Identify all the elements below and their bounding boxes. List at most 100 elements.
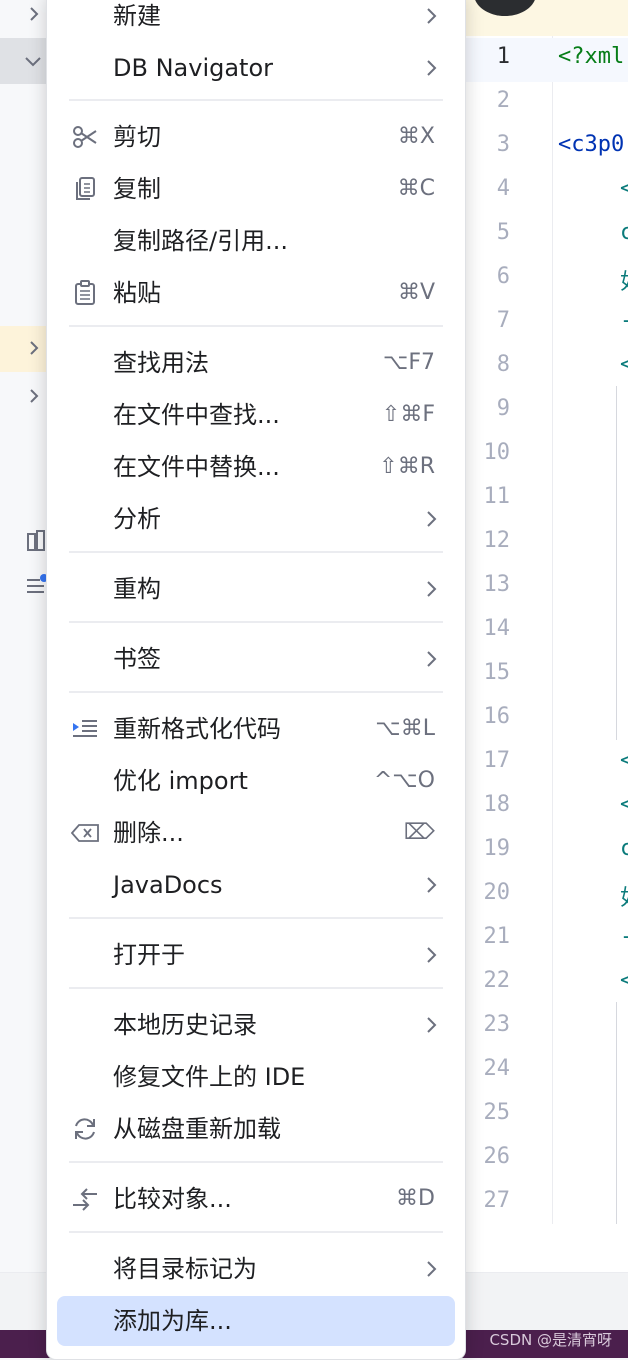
menu-item[interactable]: 新建 — [57, 0, 455, 41]
line-number[interactable]: 18 — [466, 792, 511, 817]
line-number[interactable]: 15 — [466, 660, 511, 685]
code-line-19[interactable]: c — [620, 836, 628, 861]
menu-item[interactable]: 复制 ⌘C — [57, 164, 455, 214]
menu-separator — [69, 691, 443, 693]
line-number[interactable]: 27 — [466, 1188, 511, 1213]
menu-item[interactable]: JavaDocs — [57, 860, 455, 910]
menu-item[interactable]: 重新格式化代码 ⌥⌘L — [57, 704, 455, 754]
menu-item[interactable]: 比较对象... ⌘D — [57, 1174, 455, 1224]
compare-icon — [73, 1188, 97, 1211]
line-number[interactable]: 9 — [466, 396, 510, 421]
menu-item-label: JavaDocs — [113, 871, 223, 899]
menu-item[interactable]: 复制路径/引用... — [57, 216, 455, 266]
code-line-17[interactable]: < — [620, 748, 628, 773]
clipboard-icon — [75, 280, 95, 305]
menu-item[interactable]: 粘贴 ⌘V — [57, 268, 455, 318]
line-number[interactable]: 16 — [466, 704, 511, 729]
menu-separator — [69, 917, 443, 919]
line-number[interactable]: 2 — [466, 88, 510, 113]
line-number[interactable]: 19 — [466, 836, 511, 861]
structure-icon[interactable] — [26, 530, 46, 554]
line-number[interactable]: 13 — [466, 572, 511, 597]
code-line-22[interactable]: < — [620, 968, 628, 993]
menu-item[interactable]: 优化 import ^⌥O — [57, 756, 455, 806]
chevron-right-icon — [427, 581, 437, 597]
line-number[interactable]: 17 — [466, 748, 511, 773]
chevron-right-icon[interactable] — [26, 388, 42, 404]
chevron-right-icon[interactable] — [26, 340, 42, 356]
line-number[interactable]: 5 — [466, 220, 510, 245]
code-line-18[interactable]: < — [620, 792, 628, 817]
menu-item-shortcut: ⌥F7 — [382, 350, 435, 375]
menu-item[interactable]: 添加为库... — [57, 1296, 455, 1346]
menu-item-label: 重构 — [113, 575, 161, 603]
menu-item-shortcut: ^⌥O — [373, 768, 435, 793]
menu-item[interactable]: 从磁盘重新加载 — [57, 1104, 455, 1154]
line-number[interactable]: 7 — [466, 308, 510, 333]
menu-item[interactable]: 修复文件上的 IDE — [57, 1052, 455, 1102]
line-number[interactable]: 26 — [466, 1144, 511, 1169]
menu-item[interactable]: 重构 — [57, 564, 455, 614]
project-panel — [0, 0, 49, 1358]
line-number[interactable]: 6 — [466, 264, 510, 289]
line-number[interactable]: 12 — [466, 528, 511, 553]
line-number[interactable]: 8 — [466, 352, 510, 377]
menu-item[interactable]: 剪切 ⌘X — [57, 112, 455, 162]
chevron-right-icon[interactable] — [26, 6, 42, 22]
list-icon[interactable] — [26, 574, 46, 598]
menu-item-label: 删除... — [113, 819, 184, 847]
menu-item[interactable]: 删除... ⌦ — [57, 808, 455, 858]
line-number[interactable]: 25 — [466, 1100, 511, 1125]
line-number[interactable]: 1 — [466, 44, 510, 69]
code-line-4[interactable]: < — [620, 176, 628, 201]
menu-item-shortcut: ⇧⌘F — [381, 402, 435, 427]
menu-item[interactable]: 将目录标记为 — [57, 1244, 455, 1294]
code-line-21[interactable]: - — [620, 924, 628, 949]
line-number[interactable]: 3 — [466, 132, 510, 157]
menu-item[interactable]: 本地历史记录 — [57, 1000, 455, 1050]
menu-item-label: 剪切 — [113, 123, 161, 151]
menu-item-shortcut: ⌥⌘L — [375, 716, 435, 741]
code-line-1[interactable]: <?xml — [558, 44, 624, 69]
code-line-6[interactable]: 如 — [620, 264, 628, 296]
chevron-right-icon — [427, 1017, 437, 1033]
code-line-8[interactable]: < — [620, 352, 628, 377]
menu-separator — [69, 621, 443, 623]
chevron-right-icon — [427, 511, 437, 527]
menu-item-shortcut: ⌘X — [397, 124, 435, 149]
menu-item[interactable]: 打开于 — [57, 930, 455, 980]
menu-separator — [69, 987, 443, 989]
menu-item-shortcut: ⇧⌘R — [379, 454, 435, 479]
menu-item[interactable]: 在文件中替换... ⇧⌘R — [57, 442, 455, 492]
delete-key-icon — [71, 824, 99, 842]
menu-item-label: 复制路径/引用... — [113, 227, 288, 255]
line-number[interactable]: 11 — [466, 484, 511, 509]
menu-item-label: 复制 — [113, 175, 161, 203]
menu-separator — [69, 551, 443, 553]
code-line-20[interactable]: 如 — [620, 880, 628, 912]
code-line-7[interactable]: - — [620, 308, 628, 333]
line-number[interactable]: 4 — [466, 176, 510, 201]
menu-item-label: 本地历史记录 — [113, 1011, 257, 1039]
line-number[interactable]: 20 — [466, 880, 511, 905]
line-number[interactable]: 21 — [466, 924, 511, 949]
chevron-down-icon[interactable] — [24, 54, 42, 70]
reload-icon — [75, 1118, 95, 1140]
code-line-5[interactable]: c — [620, 220, 628, 245]
line-number[interactable]: 24 — [466, 1056, 511, 1081]
chevron-right-icon — [427, 947, 437, 963]
menu-separator — [69, 325, 443, 327]
menu-item[interactable]: DB Navigator — [57, 43, 455, 93]
reformat-icon — [73, 720, 97, 737]
menu-item[interactable]: 分析 — [57, 494, 455, 544]
menu-item[interactable]: 书签 — [57, 634, 455, 684]
menu-item-shortcut: ⌘D — [396, 1186, 435, 1211]
code-line-3[interactable]: <c3p0 — [558, 132, 624, 157]
indent-guide — [616, 386, 617, 740]
menu-item[interactable]: 查找用法 ⌥F7 — [57, 338, 455, 388]
line-number[interactable]: 14 — [466, 616, 511, 641]
line-number[interactable]: 10 — [466, 440, 511, 465]
line-number[interactable]: 22 — [466, 968, 511, 993]
line-number[interactable]: 23 — [466, 1012, 511, 1037]
menu-item[interactable]: 在文件中查找... ⇧⌘F — [57, 390, 455, 440]
